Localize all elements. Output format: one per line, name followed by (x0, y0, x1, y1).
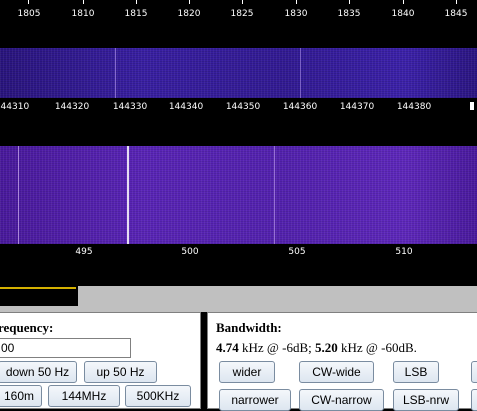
scale-label: 1845 (444, 9, 468, 19)
scale-tick (403, 0, 404, 4)
lsb-narrow-button[interactable]: LSB-nrw (393, 389, 459, 411)
bandwidth-label: Bandwidth: (216, 320, 282, 335)
up-50hz-button[interactable]: up 50 Hz (84, 361, 157, 383)
band-144mhz-button[interactable]: 144MHz (48, 385, 120, 407)
scale-label: 144350 (225, 102, 261, 112)
signal-trace (300, 48, 301, 98)
scale-label: 144370 (339, 102, 375, 112)
wider-button[interactable]: wider (219, 361, 275, 383)
scale-label: 144330 (112, 102, 148, 112)
scale-label: 144380 (396, 102, 432, 112)
bandwidth-6db-value: 4.74 (216, 340, 239, 355)
scale-label: 1820 (177, 9, 201, 19)
down-50hz-button[interactable]: down 50 Hz (0, 361, 77, 383)
waterfall-display-2[interactable] (0, 146, 477, 244)
bandwidth-60db-value: 5.20 (315, 340, 338, 355)
tuning-indicator (0, 286, 78, 306)
scale-label: 500 (181, 247, 199, 257)
cw-narrow-button[interactable]: CW-narrow (299, 389, 384, 411)
signal-trace (274, 146, 275, 244)
scale-tick (136, 0, 137, 4)
tuning-indicator-line (0, 287, 76, 289)
bandwidth-60db-unit: kHz @ -60dB. (337, 340, 417, 355)
signal-trace (127, 146, 129, 244)
scale-tick (296, 0, 297, 4)
divider-bar (0, 286, 477, 312)
frequency-label: requency: (0, 320, 54, 335)
scale-tick (456, 0, 457, 4)
waterfall-display-1[interactable] (0, 48, 477, 98)
scale-label: 1825 (230, 9, 254, 19)
scale-tick (242, 0, 243, 4)
extra-button[interactable] (471, 389, 477, 411)
passband-marker (470, 102, 474, 110)
scale-label: 144320 (54, 102, 90, 112)
scale-label: 505 (288, 247, 306, 257)
bandwidth-readout: 4.74 kHz @ -6dB; 5.20 kHz @ -60dB. (216, 340, 417, 356)
scale-label: 144340 (168, 102, 204, 112)
scale-label: 1805 (17, 9, 41, 19)
frequency-input[interactable] (0, 338, 131, 358)
scale-label: 1815 (124, 9, 148, 19)
signal-trace (18, 146, 19, 244)
signal-trace (115, 48, 116, 98)
band-500khz-button[interactable]: 500KHz (125, 385, 191, 407)
cw-wide-button[interactable]: CW-wide (299, 361, 374, 383)
frequency-scale-top: 1805 1810 1815 1820 1825 1830 1835 1840 … (0, 0, 477, 20)
scale-tick (28, 0, 29, 4)
scale-label: 1840 (391, 9, 415, 19)
scale-label: 1835 (337, 9, 361, 19)
scale-label: 144310 (0, 102, 30, 112)
lsb-button[interactable]: LSB (393, 361, 439, 383)
extra-button[interactable] (471, 361, 477, 383)
scale-tick (83, 0, 84, 4)
frequency-scale-middle: 144310 144320 144330 144340 144350 14436… (0, 98, 477, 118)
scale-label: 495 (75, 247, 93, 257)
scale-label: 1810 (71, 9, 95, 19)
band-160m-button[interactable]: 160m (0, 385, 42, 407)
scale-label: 510 (395, 247, 413, 257)
scale-tick (189, 0, 190, 4)
narrower-button[interactable]: narrower (219, 389, 291, 411)
bandwidth-6db-unit: kHz @ -6dB; (238, 340, 315, 355)
scale-label: 144360 (282, 102, 318, 112)
scale-label: 1830 (284, 9, 308, 19)
frequency-scale-bottom: 495 500 505 510 (0, 244, 477, 264)
scale-tick (349, 0, 350, 4)
